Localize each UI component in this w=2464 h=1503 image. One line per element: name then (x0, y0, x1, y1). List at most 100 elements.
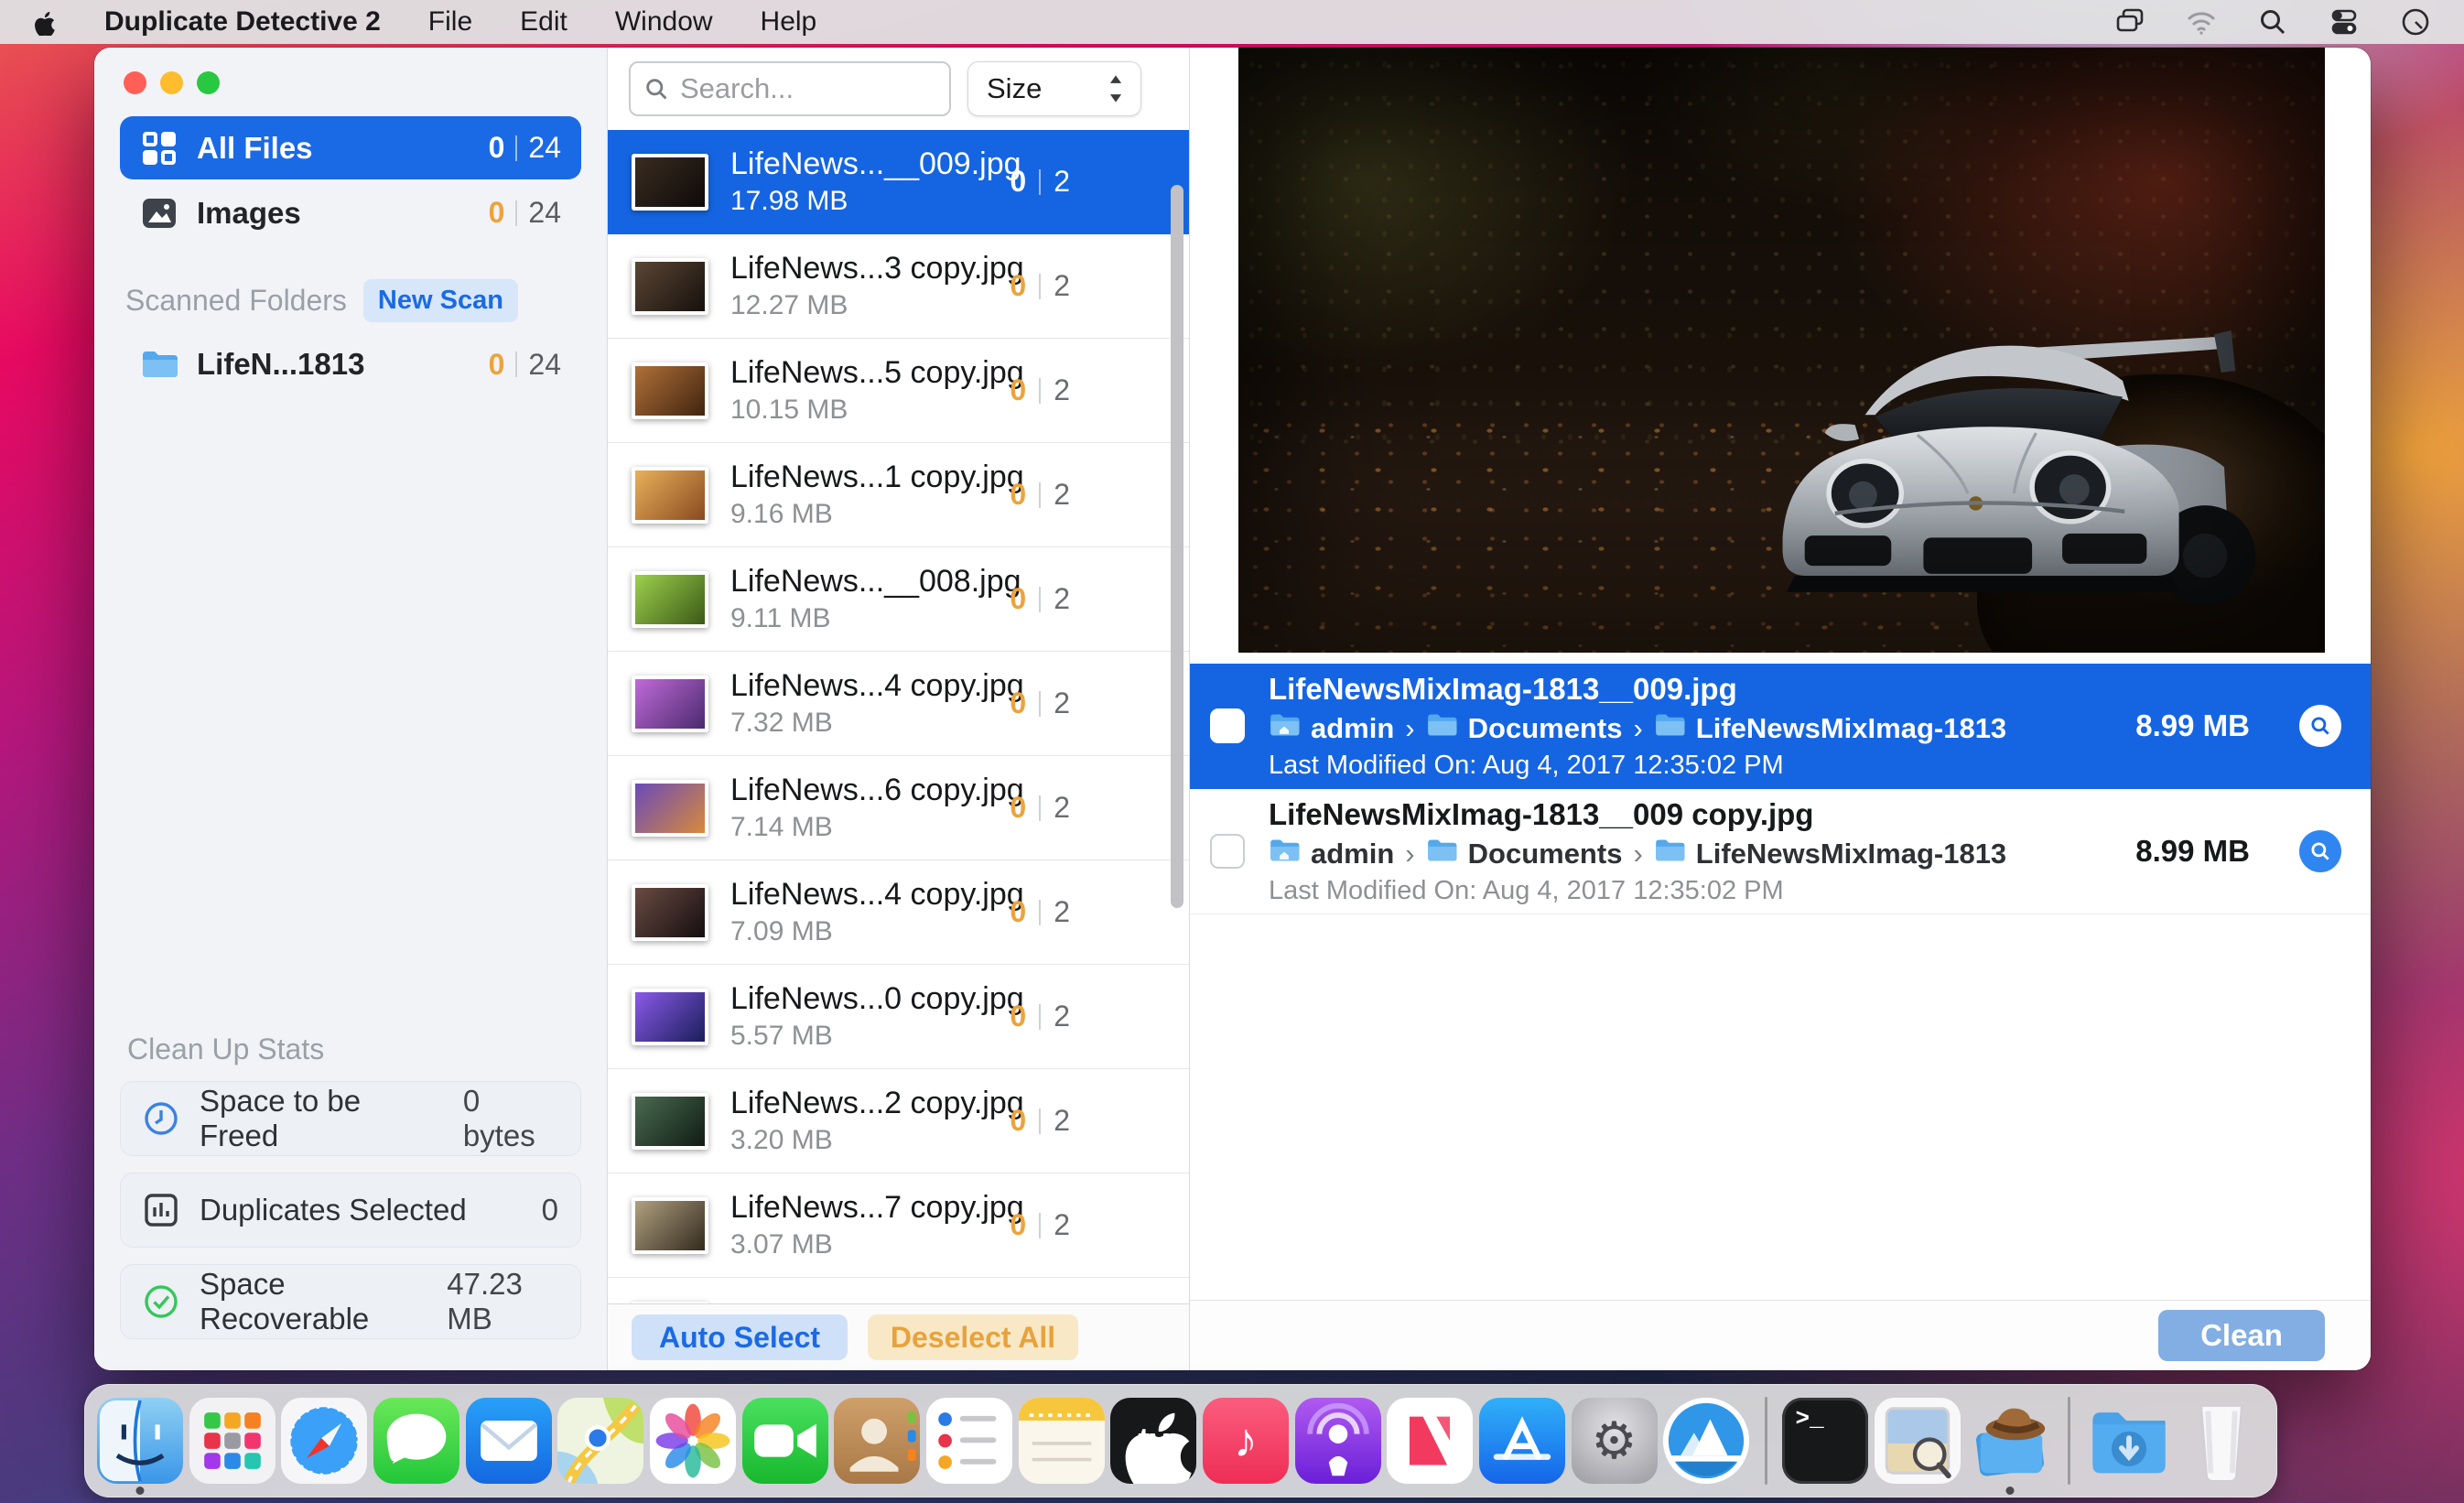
dock-preview-icon[interactable] (1875, 1398, 1961, 1484)
breadcrumb: admin›Documents›LifeNewsMixImag-1813 (1269, 838, 2112, 870)
desktop: Duplicate Detective 2 File Edit Window Help… (0, 0, 2464, 1503)
path-segment[interactable]: Documents (1468, 838, 1623, 870)
minimize-button[interactable] (160, 71, 183, 94)
file-thumbnail (632, 154, 708, 211)
menu-item-help[interactable]: Help (761, 6, 817, 38)
deselect-all-button[interactable]: Deselect All (868, 1314, 1078, 1360)
file-thumbnail (632, 989, 708, 1045)
path-segment[interactable]: admin (1311, 712, 1394, 745)
folder-icon (1654, 712, 1685, 745)
dock-appletv-icon[interactable]: tv (1110, 1398, 1196, 1484)
apple-menu-icon[interactable] (29, 8, 57, 36)
list-footer: Auto Select Deselect All (608, 1303, 1189, 1370)
dock-duplicate-detective-icon[interactable] (1663, 1398, 1749, 1484)
dock-file-organizer-icon[interactable] (1967, 1398, 2053, 1484)
app-menu-title[interactable]: Duplicate Detective 2 (104, 6, 381, 38)
bar-chart-icon (143, 1192, 179, 1228)
dock-terminal-icon[interactable]: >_ (1782, 1398, 1868, 1484)
dock-finder-icon[interactable] (97, 1398, 183, 1484)
file-thumbnail (632, 362, 708, 419)
sort-select[interactable]: Size (967, 61, 1141, 116)
file-row[interactable]: LifeNews...0 copy.jpg 5.57 MB 0 2 (608, 965, 1189, 1069)
file-thumbnail (632, 1302, 708, 1304)
file-row[interactable]: LifeNews...4 copy.jpg 7.32 MB 0 2 (608, 652, 1189, 756)
dock-safari-icon[interactable] (281, 1398, 367, 1484)
select-checkbox[interactable] (1210, 834, 1245, 869)
stat-card: Space Recoverable 47.23 MB (120, 1264, 581, 1339)
preview-magnifier-button[interactable] (2299, 705, 2341, 747)
duplicate-row[interactable]: LifeNewsMixImag-1813__009 copy.jpg admin… (1190, 789, 2371, 914)
dock-launchpad-icon[interactable] (189, 1398, 276, 1484)
dock-mail-icon[interactable] (466, 1398, 552, 1484)
file-row[interactable]: LifeNews...6 copy.jpg 7.14 MB 0 2 (608, 756, 1189, 860)
dock-system-preferences-icon[interactable]: ⚙ (1572, 1398, 1658, 1484)
wifi-icon[interactable] (2186, 6, 2217, 38)
duplicate-row[interactable]: LifeNewsMixImag-1813__009.jpg admin›Docu… (1190, 664, 2371, 789)
file-row[interactable]: LifeNews...3 copy.jpg 12.27 MB 0 2 (608, 234, 1189, 339)
file-row[interactable]: LifeNews...5 copy.jpg 10.15 MB 0 2 (608, 339, 1189, 443)
sidebar-item-images[interactable]: Images 0 24 (120, 181, 581, 244)
dock-appstore-icon[interactable] (1479, 1398, 1565, 1484)
file-thumbnail (632, 258, 708, 315)
dock-reminders-icon[interactable] (926, 1398, 1012, 1484)
preview-magnifier-button[interactable] (2299, 830, 2341, 872)
duplicate-list-panel: Size LifeNews...__009.jpg 17.98 MB 0 2 L… (608, 48, 1190, 1370)
control-center-icon[interactable] (2329, 6, 2360, 38)
file-row[interactable]: LifeNews...4 copy.jpg 7.09 MB 0 2 (608, 860, 1189, 965)
folder-icon (1654, 838, 1685, 870)
spotlight-search-icon[interactable] (2257, 6, 2288, 38)
window-controls (94, 48, 607, 114)
file-thumbnail (632, 467, 708, 524)
file-row[interactable]: LifeNews...3 copy.jpg 0 2 (608, 1278, 1189, 1303)
file-row[interactable]: LifeNews...__009.jpg 17.98 MB 0 2 (608, 130, 1189, 234)
select-checkbox[interactable] (1210, 708, 1245, 743)
dock-podcasts-icon[interactable] (1295, 1398, 1381, 1484)
home-folder-icon (1269, 838, 1300, 870)
stat-card: Space to be Freed 0 bytes (120, 1081, 581, 1156)
dock-messages-icon[interactable] (373, 1398, 459, 1484)
path-segment[interactable]: LifeNewsMixImag-1813 (1696, 712, 2006, 745)
clean-button[interactable]: Clean (2158, 1310, 2325, 1361)
dock-trash-icon[interactable] (2178, 1398, 2264, 1484)
search-input[interactable] (629, 61, 951, 116)
breadcrumb: admin›Documents›LifeNewsMixImag-1813 (1269, 712, 2112, 745)
dock-notes-icon[interactable] (1019, 1398, 1105, 1484)
clock-icon[interactable] (2400, 6, 2431, 38)
dock-music-icon[interactable]: ♪ (1203, 1398, 1289, 1484)
dock-facetime-icon[interactable] (742, 1398, 828, 1484)
running-indicator (2005, 1487, 2014, 1495)
chevron-up-down-icon (1104, 73, 1128, 104)
home-folder-icon (1269, 712, 1300, 745)
magnifier-icon (2308, 839, 2332, 863)
dock-divider (2068, 1397, 2070, 1485)
path-segment[interactable]: Documents (1468, 712, 1623, 745)
dock: tv♪ ⚙ >_ (84, 1384, 2277, 1498)
close-button[interactable] (124, 71, 146, 94)
scrollbar[interactable] (1171, 185, 1183, 908)
file-row[interactable]: LifeNews...1 copy.jpg 9.16 MB 0 2 (608, 443, 1189, 547)
new-scan-button[interactable]: New Scan (363, 279, 518, 322)
zoom-button[interactable] (197, 71, 220, 94)
cleanup-stats: Space to be Freed 0 bytes Duplicates Sel… (94, 1081, 607, 1370)
file-row[interactable]: LifeNews...__008.jpg 9.11 MB 0 2 (608, 547, 1189, 652)
menu-item-edit[interactable]: Edit (520, 6, 567, 38)
car-photo-subject (1716, 229, 2260, 628)
dock-news-icon[interactable] (1387, 1398, 1473, 1484)
menu-item-window[interactable]: Window (615, 6, 713, 38)
dock-downloads-icon[interactable] (2086, 1398, 2172, 1484)
menu-item-file[interactable]: File (428, 6, 472, 38)
auto-select-button[interactable]: Auto Select (632, 1314, 848, 1360)
dock-contacts-icon[interactable] (834, 1398, 920, 1484)
sidebar-folder-item[interactable]: LifeN...1813 0 24 (120, 335, 581, 394)
magnifier-icon (2308, 714, 2332, 738)
window-switcher-icon[interactable] (2114, 6, 2145, 38)
detail-panel: LifeNewsMixImag-1813__009.jpg admin›Docu… (1190, 48, 2371, 1370)
path-segment[interactable]: LifeNewsMixImag-1813 (1696, 838, 2006, 870)
sidebar-item-all-files[interactable]: All Files 0 24 (120, 116, 581, 179)
file-row[interactable]: LifeNews...2 copy.jpg 3.20 MB 0 2 (608, 1069, 1189, 1173)
file-row[interactable]: LifeNews...7 copy.jpg 3.07 MB 0 2 (608, 1173, 1189, 1278)
path-segment[interactable]: admin (1311, 838, 1394, 870)
dock-photos-icon[interactable] (650, 1398, 736, 1484)
file-thumbnail (632, 884, 708, 941)
dock-maps-icon[interactable] (557, 1398, 643, 1484)
